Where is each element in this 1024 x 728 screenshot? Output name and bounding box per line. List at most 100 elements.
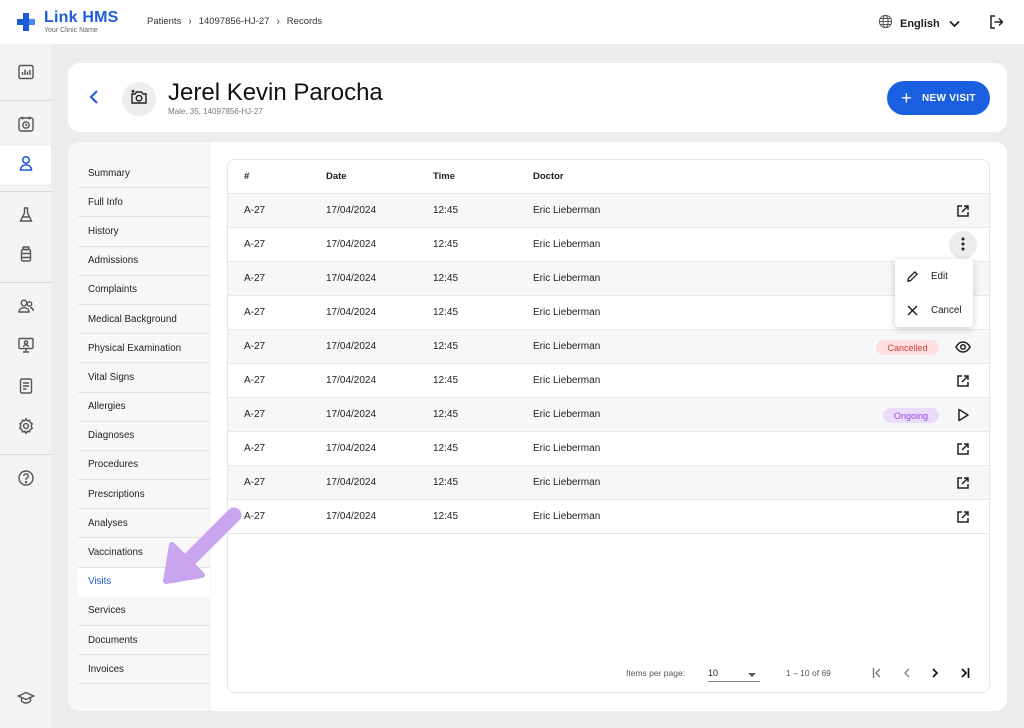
visit-doctor: Eric Lieberman (533, 273, 601, 284)
nav-item-diagnoses[interactable]: Diagnoses (78, 422, 210, 451)
visits-table: # Date Time Doctor A-27 17/04/2024 12:45 Er… (227, 159, 990, 693)
visit-date: 17/04/2024 (326, 307, 377, 318)
nav-item-complaints[interactable]: Complaints (78, 276, 210, 305)
table-row[interactable]: A-27 17/04/2024 12:45 Eric Lieberman (228, 296, 989, 330)
rail-learning[interactable] (0, 681, 51, 719)
nav-item-invoices[interactable]: Invoices (78, 655, 210, 685)
table-row[interactable]: A-27 17/04/2024 12:45 Eric Lieberman (228, 364, 989, 398)
visit-doctor: Eric Lieberman (533, 443, 601, 454)
records-card: Summary Full Info History Admissions Complai… (68, 142, 1007, 711)
rail-appointments[interactable] (0, 107, 51, 145)
rail-patients[interactable] (0, 146, 51, 184)
nav-item-full-info[interactable]: Full Info (78, 188, 210, 218)
nav-item-history[interactable]: History (78, 217, 210, 247)
nav-item-documents[interactable]: Documents (78, 626, 210, 656)
nav-item-summary[interactable]: Summary (78, 159, 210, 189)
visit-time: 12:45 (433, 409, 459, 420)
main-panel: # Date Time Doctor A-27 17/04/2024 12:45 Er… (211, 142, 1007, 711)
close-icon (905, 303, 919, 317)
row-context-menu: Edit Cancel (895, 259, 973, 327)
visit-date: 17/04/2024 (326, 239, 377, 250)
menu-item-edit[interactable]: Edit (895, 259, 973, 293)
app-logo[interactable]: Link HMS Your Clinic Name (16, 10, 119, 34)
rail-staff[interactable] (0, 289, 51, 327)
visit-doctor: Eric Lieberman (533, 375, 601, 386)
open-external-icon[interactable] (954, 202, 972, 220)
person-icon (17, 154, 35, 177)
visit-date: 17/04/2024 (326, 511, 377, 522)
visit-time: 12:45 (433, 375, 459, 386)
table-row[interactable]: A-27 17/04/2024 12:45 Eric Lieberman Ongoing (228, 398, 989, 432)
breadcrumb-item-patients[interactable]: Patients (147, 16, 181, 27)
rail-lab[interactable] (0, 198, 51, 236)
table-row[interactable]: A-27 17/04/2024 12:45 Eric Lieberman (228, 466, 989, 500)
nav-item-medical-background[interactable]: Medical Background (78, 305, 210, 335)
rail-pharmacy[interactable] (0, 237, 51, 275)
status-badge: Cancelled (876, 340, 939, 355)
eye-icon[interactable] (954, 338, 972, 356)
table-row[interactable]: A-27 17/04/2024 12:45 Eric Lieberman (228, 500, 989, 534)
table-row[interactable]: A-27 17/04/2024 12:45 Eric Lieberman (228, 432, 989, 466)
patient-details: Male, 35, 14097856-HJ-27 (168, 107, 263, 116)
column-header-date[interactable]: Date (326, 171, 347, 182)
globe-icon (878, 14, 893, 34)
help-icon (17, 469, 35, 492)
visit-time: 12:45 (433, 511, 459, 522)
visit-time: 12:45 (433, 239, 459, 250)
back-button[interactable] (88, 88, 100, 111)
visit-date: 17/04/2024 (326, 477, 377, 488)
status-badge: Ongoing (883, 408, 939, 423)
open-external-icon[interactable] (954, 440, 972, 458)
last-page-icon (961, 668, 970, 678)
nav-item-services[interactable]: Services (78, 597, 210, 626)
row-menu-button[interactable] (949, 231, 977, 259)
rail-settings[interactable] (0, 409, 51, 447)
previous-page-button[interactable] (898, 664, 916, 682)
visit-number: A-27 (244, 341, 266, 352)
more-vertical-icon (961, 237, 965, 254)
rail-telemedicine[interactable] (0, 328, 51, 366)
visit-number: A-27 (244, 307, 266, 318)
menu-item-cancel[interactable]: Cancel (895, 293, 973, 327)
menu-item-label: Cancel (931, 304, 962, 316)
next-page-button[interactable] (926, 664, 944, 682)
medicine-bottle-icon (17, 245, 35, 268)
table-row[interactable]: A-27 17/04/2024 12:45 Eric Lieberman (228, 194, 989, 228)
breadcrumb-separator: › (188, 16, 192, 27)
column-header-time[interactable]: Time (433, 171, 455, 182)
table-header: # Date Time Doctor (228, 160, 989, 194)
rail-dashboard[interactable] (0, 55, 51, 93)
open-external-icon[interactable] (954, 508, 972, 526)
logout-icon[interactable] (989, 14, 1005, 35)
first-page-button[interactable] (869, 664, 887, 682)
table-row[interactable]: A-27 17/04/2024 12:45 Eric Lieberman (228, 262, 989, 296)
nav-item-admissions[interactable]: Admissions (78, 247, 210, 276)
table-row[interactable]: A-27 17/04/2024 12:45 Eric Lieberman Cancell… (228, 330, 989, 364)
visit-number: A-27 (244, 409, 266, 420)
table-row[interactable]: A-27 17/04/2024 12:45 Eric Lieberman (228, 228, 989, 262)
patient-header-card: Jerel Kevin Parocha Male, 35, 14097856-H… (68, 63, 1007, 132)
add-photo-button[interactable] (122, 82, 156, 116)
new-visit-button[interactable]: + NEW VISIT (887, 81, 990, 115)
chevron-left-icon (904, 668, 910, 678)
visit-number: A-27 (244, 375, 266, 386)
rail-help[interactable] (0, 461, 51, 499)
rail-reports[interactable] (0, 369, 51, 407)
nav-item-vital-signs[interactable]: Vital Signs (78, 363, 210, 393)
open-external-icon[interactable] (954, 372, 972, 390)
pointer-arrow-icon (160, 505, 246, 590)
camera-icon (130, 89, 148, 110)
column-header-doctor[interactable]: Doctor (533, 171, 564, 182)
column-header-number[interactable]: # (244, 171, 249, 182)
nav-item-procedures[interactable]: Procedures (78, 451, 210, 481)
nav-item-physical-examination[interactable]: Physical Examination (78, 334, 210, 364)
items-per-page-select[interactable]: 10 (708, 666, 760, 682)
open-external-icon[interactable] (954, 474, 972, 492)
records-nav: Summary Full Info History Admissions Complai… (78, 159, 210, 685)
language-label: English (900, 18, 940, 30)
play-icon[interactable] (954, 406, 972, 424)
breadcrumb-item-patient-id[interactable]: 14097856-HJ-27 (199, 16, 270, 27)
last-page-button[interactable] (955, 664, 973, 682)
nav-item-allergies[interactable]: Allergies (78, 393, 210, 422)
language-selector[interactable]: English (878, 14, 960, 34)
